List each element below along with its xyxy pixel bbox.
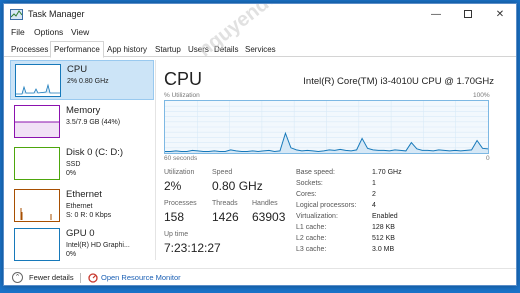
sidebar-gpu-sub2: 0% — [66, 251, 77, 258]
task-manager-icon — [10, 9, 23, 20]
sidebar-disk-sub1: SSD — [66, 161, 81, 168]
info-key-l3-cache: L3 cache: — [296, 246, 327, 253]
graph-y-label: % Utilization — [164, 92, 200, 99]
close-button[interactable]: ✕ — [484, 4, 516, 26]
sidebar-item-gpu[interactable]: GPU 0 Intel(R) HD Graphi... 0% — [10, 225, 154, 265]
sidebar-item-memory[interactable]: Memory 3.5/7.9 GB (44%) — [10, 102, 154, 142]
resource-sidebar: CPU 2% 0.80 GHz Memory 3.5/7.9 GB (44%) … — [8, 60, 156, 261]
processes-label: Processes — [164, 200, 197, 207]
maximize-icon — [464, 10, 472, 19]
info-val-l1-cache: 128 KB — [372, 224, 395, 231]
sidebar-gpu-sub1: Intel(R) HD Graphi... — [66, 242, 130, 249]
threads-label: Threads — [212, 200, 238, 207]
graph-min-label: 0 — [486, 155, 490, 162]
info-key-base-speed: Base speed: — [296, 169, 335, 176]
info-key-sockets: Sockets: — [296, 180, 323, 187]
tab-performance[interactable]: Performance — [50, 41, 104, 58]
menu-view[interactable]: View — [71, 27, 89, 37]
cpu-model-name: Intel(R) Core(TM) i3-4010U CPU @ 1.70GHz — [303, 76, 494, 87]
menu-bar: File Options View — [4, 26, 516, 40]
sidebar-ethernet-name: Ethernet — [66, 189, 102, 200]
info-val-l2-cache: 512 KB — [372, 235, 395, 242]
menu-options[interactable]: Options — [34, 27, 63, 37]
graph-time-label: 60 seconds — [164, 155, 198, 162]
resource-monitor-icon[interactable] — [88, 273, 98, 283]
uptime-label: Up time — [164, 231, 189, 238]
graph-max-label: 100% — [473, 92, 490, 99]
utilization-value: 2% — [164, 179, 182, 193]
handles-value: 63903 — [252, 210, 286, 224]
footer-divider — [80, 273, 81, 283]
chevron-up-icon[interactable]: ⌃ — [12, 272, 23, 283]
sidebar-gpu-name: GPU 0 — [66, 228, 95, 239]
sidebar-item-disk[interactable]: Disk 0 (C: D:) SSD 0% — [10, 144, 154, 184]
info-key-cores: Cores: — [296, 191, 317, 198]
tab-users[interactable]: Users — [185, 43, 212, 57]
handles-label: Handles — [252, 200, 278, 207]
uptime-value: 7:23:12:27 — [164, 241, 221, 255]
sidebar-ethernet-sub1: Ethernet — [66, 203, 93, 210]
tab-services[interactable]: Services — [242, 43, 279, 57]
ethernet-thumbnail — [14, 189, 60, 222]
info-val-cores: 2 — [372, 191, 376, 198]
info-val-virtualization: Enabled — [372, 213, 398, 220]
fewer-details-link[interactable]: Fewer details — [29, 273, 74, 282]
maximize-button[interactable] — [452, 4, 484, 26]
window-title: Task Manager — [28, 9, 85, 19]
sidebar-disk-name: Disk 0 (C: D:) — [66, 147, 123, 158]
info-val-base-speed: 1.70 GHz — [372, 169, 402, 176]
sidebar-item-cpu[interactable]: CPU 2% 0.80 GHz — [10, 60, 154, 100]
minimize-button[interactable]: — — [420, 4, 452, 26]
open-resource-monitor-link[interactable]: Open Resource Monitor — [101, 273, 181, 282]
sidebar-cpu-name: CPU — [67, 64, 88, 75]
info-key-virtualization: Virtualization: — [296, 213, 338, 220]
info-val-l3-cache: 3.0 MB — [372, 246, 395, 253]
sidebar-memory-name: Memory — [66, 105, 101, 116]
tab-startup[interactable]: Startup — [152, 43, 184, 57]
sidebar-item-ethernet[interactable]: Ethernet Ethernet S: 0 R: 0 Kbps — [10, 186, 154, 226]
info-val-logical-processors: 4 — [372, 202, 376, 209]
info-key-logical-processors: Logical processors: — [296, 202, 357, 209]
cpu-detail-panel: CPU Intel(R) Core(TM) i3-4010U CPU @ 1.7… — [161, 62, 516, 262]
footer-bar: ⌃ Fewer details Open Resource Monitor — [4, 268, 516, 285]
task-manager-window: Task Manager — ✕ File Options View Proce… — [3, 3, 517, 286]
info-val-sockets: 1 — [372, 180, 376, 187]
threads-value: 1426 — [212, 210, 239, 224]
info-key-l2-cache: L2 cache: — [296, 235, 327, 242]
sidebar-memory-sub: 3.5/7.9 GB (44%) — [66, 119, 121, 126]
utilization-chart — [165, 101, 489, 153]
menu-file[interactable]: File — [11, 27, 25, 37]
sidebar-ethernet-sub2: S: 0 R: 0 Kbps — [66, 212, 112, 219]
cpu-utilization-graph — [164, 100, 489, 154]
tab-bar: Processes Performance App history Startu… — [4, 41, 516, 58]
memory-thumbnail — [14, 105, 60, 138]
tab-app-history[interactable]: App history — [104, 43, 150, 57]
tab-details[interactable]: Details — [211, 43, 241, 57]
speed-label: Speed — [212, 169, 233, 176]
page-title: CPU — [164, 69, 203, 89]
disk-thumbnail — [14, 147, 60, 180]
sidebar-cpu-sub: 2% 0.80 GHz — [67, 78, 109, 85]
sidebar-disk-sub2: 0% — [66, 170, 77, 177]
info-key-l1-cache: L1 cache: — [296, 224, 327, 231]
gpu-thumbnail — [14, 228, 60, 261]
cpu-thumbnail — [15, 64, 61, 97]
utilization-label: Utilization — [164, 169, 195, 176]
tab-processes[interactable]: Processes — [8, 43, 51, 57]
speed-value: 0.80 GHz — [212, 179, 263, 193]
title-bar: Task Manager — ✕ — [4, 4, 516, 26]
processes-value: 158 — [164, 210, 185, 224]
